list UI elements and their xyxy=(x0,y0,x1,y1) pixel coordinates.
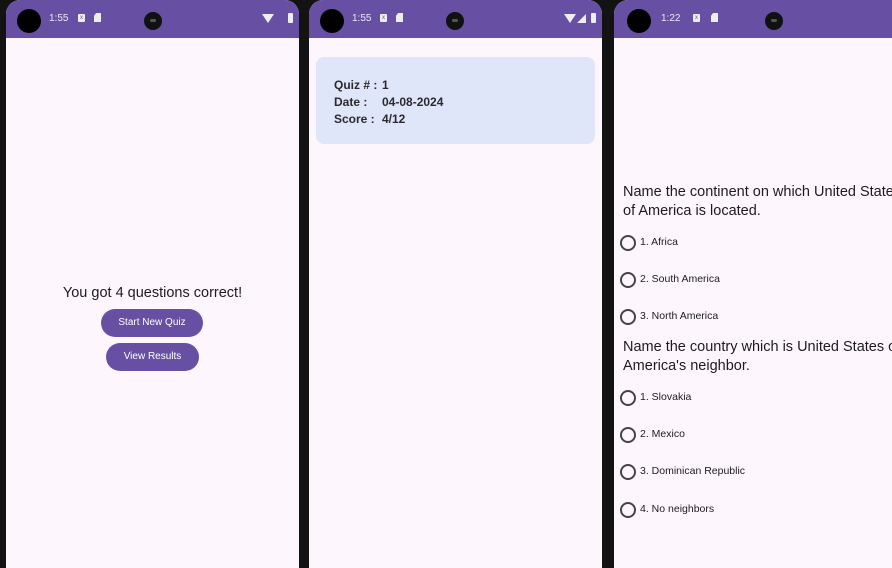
score-label: Score : xyxy=(334,112,375,126)
camera-cutout xyxy=(320,9,344,33)
wifi-icon xyxy=(262,14,274,23)
front-camera-icon xyxy=(446,12,464,30)
view-results-button[interactable]: View Results xyxy=(106,343,199,371)
status-bar: 1:55 x xyxy=(309,0,602,38)
quiz-screen: 1:22 x Name the continent on which Unite… xyxy=(614,0,892,568)
option-label: 2. South America xyxy=(640,273,720,285)
status-bar: 1:22 x xyxy=(614,0,892,38)
question-2-text: Name the country which is United States … xyxy=(623,339,892,374)
option-label: 2. Mexico xyxy=(640,428,685,440)
quiz-number-value: 1 xyxy=(382,78,389,92)
quiz-number-label: Quiz # : xyxy=(334,78,378,92)
option-label: 3. Dominican Republic xyxy=(640,465,746,477)
camera-cutout xyxy=(17,9,41,33)
results-list-screen: 1:55 x Quiz # : 1 Date : 04-08-2024 Score … xyxy=(309,0,602,568)
radio-button-icon[interactable] xyxy=(620,272,636,288)
date-label: Date : xyxy=(334,95,368,109)
signal-icon xyxy=(577,14,586,23)
status-bar: 1:55 x xyxy=(6,0,299,38)
camera-cutout xyxy=(627,9,651,33)
option-label: 1. Slovakia xyxy=(640,391,692,403)
radio-button-icon[interactable] xyxy=(620,427,636,443)
radio-button-icon[interactable] xyxy=(620,235,636,251)
notification-icon: x xyxy=(693,14,700,22)
radio-button-icon[interactable] xyxy=(620,502,636,518)
radio-button-icon[interactable] xyxy=(620,309,636,325)
status-time: 1:55 xyxy=(352,13,372,24)
option-label: 3. North America xyxy=(640,310,719,322)
date-value: 04-08-2024 xyxy=(382,95,444,109)
radio-button-icon[interactable] xyxy=(620,390,636,406)
front-camera-icon xyxy=(144,12,162,30)
quiz-result-card[interactable]: Quiz # : 1 Date : 04-08-2024 Score : 4/12 xyxy=(316,57,595,144)
option-label: 4. No neighbors xyxy=(640,503,715,515)
wifi-icon xyxy=(564,14,576,23)
battery-icon xyxy=(591,13,596,23)
sim-card-icon xyxy=(711,13,718,22)
start-new-quiz-button[interactable]: Start New Quiz xyxy=(101,309,203,337)
front-camera-icon xyxy=(765,12,783,30)
status-time: 1:55 xyxy=(49,13,69,24)
radio-button-icon[interactable] xyxy=(620,464,636,480)
notification-icon: x xyxy=(380,14,387,22)
result-message: You got 4 questions correct! xyxy=(62,285,243,301)
question-1-text: Name the continent on which United State… xyxy=(623,184,892,219)
notification-icon: x xyxy=(78,14,85,22)
quiz-number-row: Quiz # : 1 xyxy=(334,78,389,92)
score-row: Score : 4/12 xyxy=(334,112,405,126)
sim-card-icon xyxy=(94,13,101,22)
status-time: 1:22 xyxy=(661,13,681,24)
date-row: Date : 04-08-2024 xyxy=(334,95,443,109)
score-value: 4/12 xyxy=(382,112,406,126)
result-screen: 1:55 x You got 4 questions correct! Star… xyxy=(6,0,299,568)
sim-card-icon xyxy=(396,13,403,22)
option-label: 1. Africa xyxy=(640,236,678,248)
battery-icon xyxy=(288,13,293,23)
